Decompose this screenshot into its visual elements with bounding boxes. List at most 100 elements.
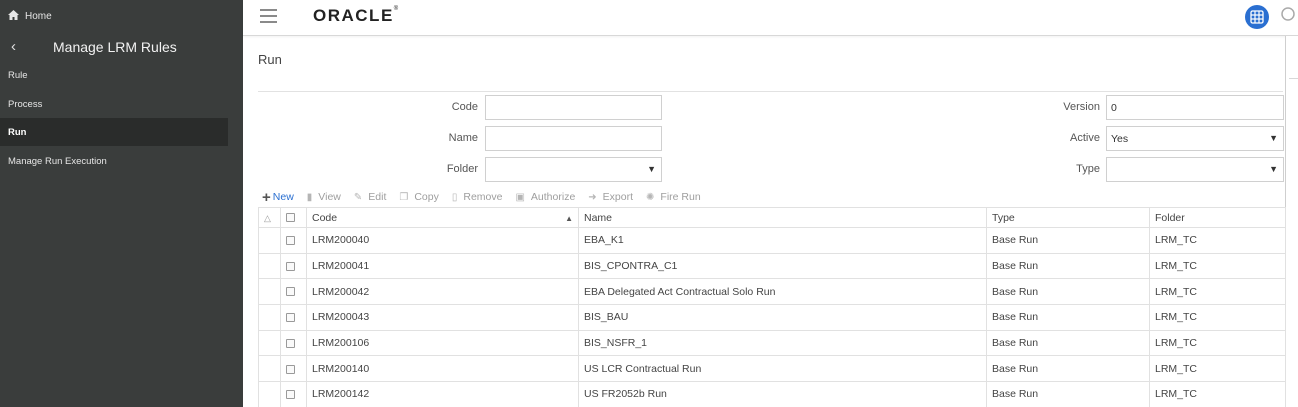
hamburger-menu-icon[interactable] — [260, 9, 277, 23]
cell-type: Base Run — [986, 252, 1150, 280]
row-checkbox-cell[interactable] — [280, 252, 307, 280]
select-all-header[interactable] — [280, 207, 307, 228]
cell-name: US FR2052b Run — [578, 381, 987, 407]
cell-name: US LCR Contractual Run — [578, 355, 987, 383]
table-row[interactable]: LRM200041 BIS_CPONTRA_C1 Base Run LRM_TC — [258, 252, 1286, 280]
cell-code[interactable]: LRM200043 — [306, 304, 579, 331]
cell-code[interactable]: LRM200140 — [306, 355, 579, 383]
cell-name: BIS_NSFR_1 — [578, 329, 987, 357]
fire-run-button-label: Fire Run — [660, 191, 701, 203]
table-row[interactable]: LRM200042 EBA Delegated Act Contractual S… — [258, 278, 1286, 306]
column-header-name[interactable]: Name — [578, 207, 987, 228]
sidebar-item-manage-run-execution[interactable]: Manage Run Execution — [0, 147, 228, 175]
right-edge-divider — [1289, 78, 1298, 79]
version-input[interactable]: 0 — [1106, 95, 1284, 120]
copy-icon: ❐ — [399, 191, 409, 203]
cell-type: Base Run — [986, 329, 1150, 357]
row-checkbox[interactable] — [286, 338, 295, 348]
view-button[interactable]: ▮ View — [307, 191, 341, 203]
table-row[interactable]: LRM200140 US LCR Contractual Run Base Run L… — [258, 355, 1286, 383]
right-edge-panel — [1285, 36, 1298, 407]
row-checkbox[interactable] — [286, 364, 295, 374]
row-spacer-cell — [258, 227, 281, 254]
cell-folder: LRM_TC — [1149, 227, 1286, 254]
page-title: Run — [258, 52, 282, 67]
row-spacer-cell — [258, 252, 281, 280]
copy-button[interactable]: ❐ Copy — [399, 191, 438, 203]
row-checkbox-cell[interactable] — [280, 381, 307, 407]
select-all-checkbox[interactable] — [286, 213, 295, 223]
column-header-folder[interactable]: Folder — [1149, 207, 1286, 228]
authorize-icon: ▣ — [515, 191, 525, 203]
edit-button[interactable]: ✎ Edit — [354, 191, 386, 203]
folder-select[interactable]: ▼ — [485, 157, 662, 182]
row-checkbox[interactable] — [286, 313, 295, 323]
cell-name: BIS_CPONTRA_C1 — [578, 252, 987, 280]
chevron-left-icon[interactable]: ‹ — [11, 38, 16, 55]
fire-run-button[interactable]: ✺ Fire Run — [646, 191, 701, 203]
home-link[interactable]: Home — [8, 10, 52, 23]
name-input[interactable] — [485, 126, 662, 151]
sidebar-item-process[interactable]: Process — [0, 90, 228, 118]
edit-button-label: Edit — [368, 191, 387, 203]
code-label: Code — [451, 101, 478, 113]
cell-folder: LRM_TC — [1149, 381, 1286, 407]
cell-code[interactable]: LRM200040 — [306, 227, 579, 254]
edit-icon: ✎ — [353, 191, 363, 203]
code-input[interactable] — [485, 95, 662, 120]
remove-button-label: Remove — [463, 191, 503, 203]
row-spacer-cell — [258, 304, 281, 331]
cell-type: Base Run — [986, 227, 1150, 254]
remove-button[interactable]: ▯ Remove — [452, 191, 503, 203]
sort-ascending-icon[interactable]: ▲ — [565, 214, 573, 223]
type-label: Type — [1076, 163, 1100, 175]
runs-table: △ Code ▲ Name Type Folder LRM200040 EBA_K1… — [258, 207, 1286, 407]
sidebar-item-rule[interactable]: Rule — [0, 61, 228, 89]
table-row[interactable]: LRM200043 BIS_BAU Base Run LRM_TC — [258, 304, 1286, 331]
hierarchy-header[interactable]: △ — [258, 207, 281, 228]
name-label: Name — [448, 132, 478, 144]
cell-code[interactable]: LRM200042 — [306, 278, 579, 306]
cell-code[interactable]: LRM200106 — [306, 329, 579, 357]
cell-name: EBA_K1 — [578, 227, 987, 254]
cell-code[interactable]: LRM200041 — [306, 252, 579, 280]
view-icon: ▮ — [306, 191, 313, 203]
row-checkbox[interactable] — [286, 261, 295, 271]
cell-type: Base Run — [986, 381, 1150, 407]
copy-button-label: Copy — [414, 191, 439, 203]
active-select[interactable]: Yes ▼ — [1106, 126, 1284, 151]
sidebar-item-run[interactable]: Run — [0, 118, 228, 146]
row-checkbox[interactable] — [286, 287, 295, 297]
row-checkbox[interactable] — [286, 236, 295, 246]
column-header-type[interactable]: Type — [986, 207, 1150, 228]
fire-run-icon: ✺ — [646, 191, 655, 203]
new-button-label: New — [272, 191, 294, 203]
row-checkbox-cell[interactable] — [280, 278, 307, 306]
table-row[interactable]: LRM200106 BIS_NSFR_1 Base Run LRM_TC — [258, 329, 1286, 357]
cell-folder: LRM_TC — [1149, 329, 1286, 357]
app-grid-button[interactable] — [1245, 5, 1269, 29]
version-label: Version — [1063, 101, 1100, 113]
sidebar: Home ‹ Manage LRM Rules Rule Process Run… — [0, 0, 243, 407]
type-select[interactable]: ▼ — [1106, 157, 1284, 182]
row-checkbox-cell[interactable] — [280, 355, 307, 383]
authorize-button[interactable]: ▣ Authorize — [515, 191, 575, 203]
help-icon[interactable] — [1281, 7, 1295, 27]
cell-code[interactable]: LRM200142 — [306, 381, 579, 407]
column-header-code[interactable]: Code ▲ — [306, 207, 579, 228]
title-divider — [258, 91, 1283, 92]
folder-label: Folder — [446, 163, 478, 175]
table-header-row: △ Code ▲ Name Type Folder — [258, 207, 1286, 228]
row-spacer-cell — [258, 278, 281, 306]
row-checkbox-cell[interactable] — [280, 227, 307, 254]
table-row[interactable]: LRM200142 US FR2052b Run Base Run LRM_TC — [258, 381, 1286, 407]
new-button[interactable]: + New — [262, 189, 294, 206]
action-toolbar: + New ▮ View ✎ Edit ❐ Copy ▯ Remove ▣ Au… — [262, 188, 714, 206]
row-checkbox[interactable] — [286, 390, 295, 400]
cell-name: EBA Delegated Act Contractual Solo Run — [578, 278, 987, 306]
table-row[interactable]: LRM200040 EBA_K1 Base Run LRM_TC — [258, 227, 1286, 254]
export-button[interactable]: ➜ Export — [588, 191, 633, 203]
row-checkbox-cell[interactable] — [280, 329, 307, 357]
top-header: ORACLE® — [243, 0, 1298, 36]
row-checkbox-cell[interactable] — [280, 304, 307, 331]
